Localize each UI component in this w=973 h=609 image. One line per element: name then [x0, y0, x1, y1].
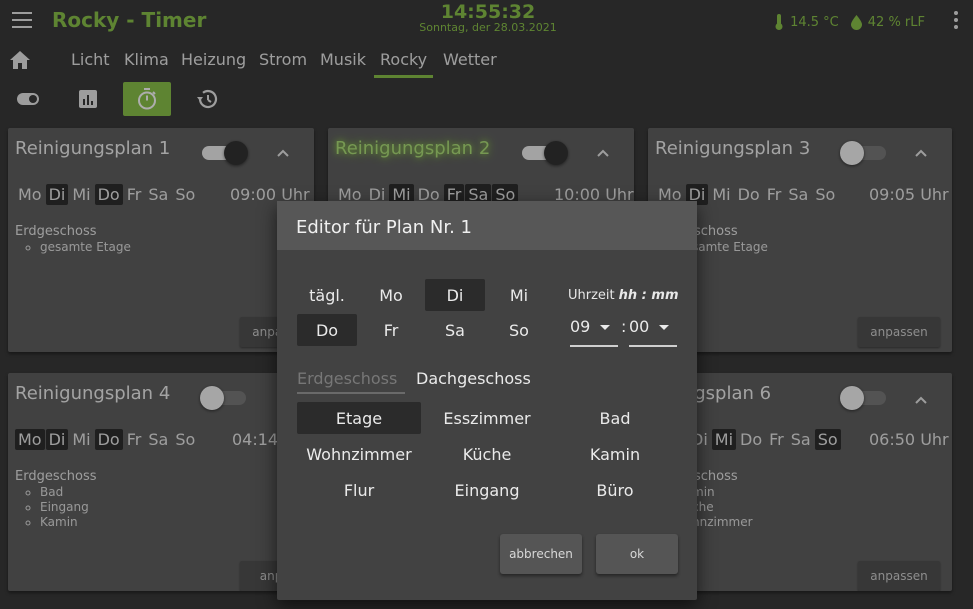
dialog-header: Editor für Plan Nr. 1	[277, 201, 697, 250]
ok-button[interactable]: ok	[596, 534, 678, 574]
time-format-hint: hh : mm	[618, 288, 679, 303]
room-bad-button[interactable]: Bad	[553, 402, 677, 434]
day-mi-button[interactable]: Mi	[489, 279, 549, 311]
day-fr-button[interactable]: Fr	[361, 314, 421, 346]
day-daily-button[interactable]: tägl.	[297, 279, 357, 311]
cancel-button[interactable]: abbrechen	[500, 534, 582, 574]
day-so-button[interactable]: So	[489, 314, 549, 346]
time-colon: :	[621, 317, 627, 336]
room-kamin-button[interactable]: Kamin	[553, 438, 677, 470]
dropdown-arrow-icon	[600, 325, 610, 330]
dropdown-arrow-icon	[659, 325, 669, 330]
room-flur-button[interactable]: Flur	[297, 474, 421, 506]
room-kueche-button[interactable]: Küche	[425, 438, 549, 470]
time-label: Uhrzeit hh : mm	[568, 288, 679, 303]
hour-select[interactable]: 09	[570, 311, 618, 347]
room-esszimmer-button[interactable]: Esszimmer	[425, 402, 549, 434]
minute-select[interactable]: 00	[629, 311, 677, 347]
day-mo-button[interactable]: Mo	[361, 279, 421, 311]
floor-tab-dachgeschoss[interactable]: Dachgeschoss	[416, 369, 531, 392]
floor-tab-erdgeschoss[interactable]: Erdgeschoss	[297, 369, 405, 394]
day-di-button[interactable]: Di	[425, 279, 485, 311]
day-do-button[interactable]: Do	[297, 314, 357, 346]
room-buero-button[interactable]: Büro	[553, 474, 677, 506]
minute-value: 00	[629, 317, 650, 336]
plan-editor-dialog: Editor für Plan Nr. 1 tägl. Mo Di Mi Do …	[277, 201, 697, 600]
room-wohnzimmer-button[interactable]: Wohnzimmer	[297, 438, 421, 470]
hour-value: 09	[570, 317, 591, 336]
dialog-title: Editor für Plan Nr. 1	[296, 217, 472, 238]
time-label-text: Uhrzeit	[568, 288, 615, 303]
room-etage-button[interactable]: Etage	[297, 402, 421, 434]
room-eingang-button[interactable]: Eingang	[425, 474, 549, 506]
day-sa-button[interactable]: Sa	[425, 314, 485, 346]
